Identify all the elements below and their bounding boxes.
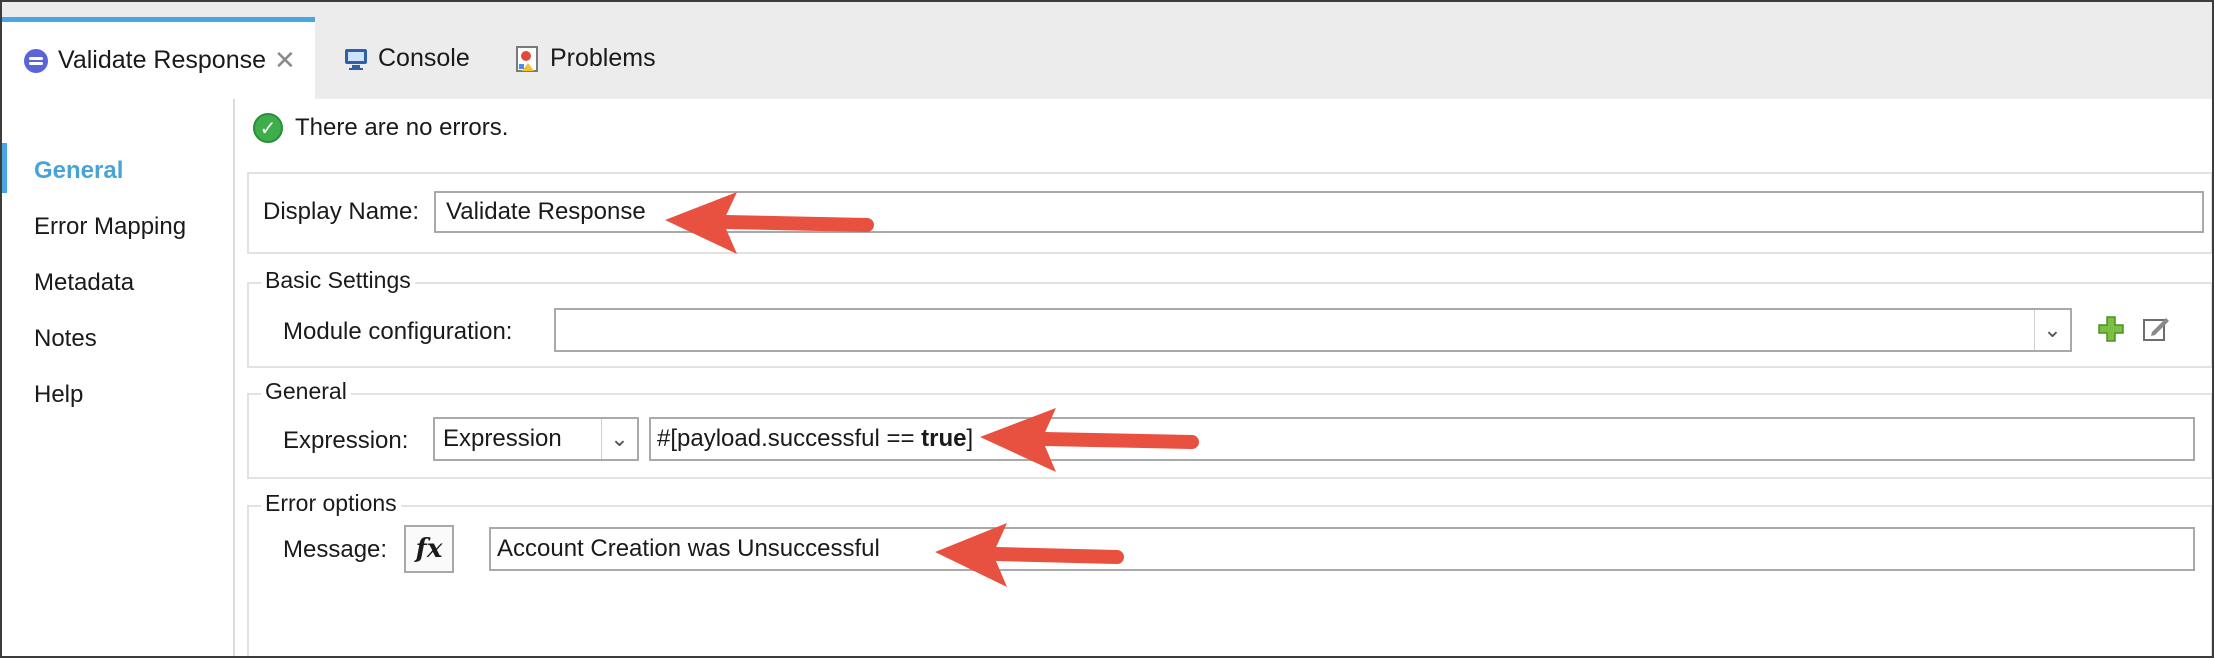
display-name-group: Display Name: Validate Response (247, 172, 2212, 254)
sidebar: General Error Mapping Metadata Notes Hel… (2, 99, 235, 656)
flow-node-icon (22, 47, 50, 75)
expression-mode-value: Expression (443, 425, 562, 452)
status-text: There are no errors. (295, 114, 509, 141)
sidebar-item-metadata[interactable]: Metadata (34, 269, 134, 297)
general-title: General (261, 378, 351, 405)
module-configuration-label: Module configuration: (283, 318, 513, 345)
error-options-title: Error options (261, 490, 401, 517)
close-icon[interactable]: ✕ (274, 45, 296, 76)
tab-bar: Validate Response ✕ Console Problems (2, 2, 2212, 99)
annotation-arrow-icon (935, 523, 1124, 587)
edit-icon[interactable] (2139, 312, 2173, 346)
annotation-arrow-icon (665, 192, 874, 254)
tab-label: Problems (550, 44, 656, 72)
expression-label: Expression: (283, 427, 409, 454)
tab-validate-response[interactable]: Validate Response ✕ (2, 17, 315, 99)
chevron-down-icon[interactable]: ⌄ (2034, 310, 2070, 350)
active-indicator (2, 143, 7, 193)
status-message: ✓ There are no errors. (253, 113, 508, 143)
expression-prefix: #[payload.successful == (657, 425, 922, 452)
monitor-icon (342, 45, 370, 73)
problems-icon (514, 45, 542, 73)
properties-panel: ✓ There are no errors. Display Name: Val… (237, 99, 2212, 656)
expression-mode-select[interactable]: Expression ⌄ (433, 417, 639, 461)
error-options-group: Error options Message: fx Account Creati… (247, 490, 2212, 656)
general-group: General Expression: Expression ⌄ #[paylo… (247, 378, 2212, 479)
display-name-label: Display Name: (263, 198, 420, 225)
expression-field[interactable]: #[payload.successful == true] (649, 417, 2195, 461)
tab-problems[interactable]: Problems (514, 18, 656, 99)
add-icon[interactable] (2094, 312, 2128, 346)
expression-bold: true (921, 425, 967, 452)
annotation-arrow-icon (980, 408, 1199, 472)
module-configuration-select[interactable]: ⌄ (554, 308, 2072, 352)
sidebar-item-help[interactable]: Help (34, 381, 83, 409)
tab-console[interactable]: Console (342, 18, 470, 99)
editor-window: Validate Response ✕ Console Problems Gen… (0, 0, 2214, 658)
basic-settings-group: Basic Settings Module configuration: ⌄ (247, 267, 2212, 368)
tab-label: Console (378, 44, 470, 72)
basic-settings-title: Basic Settings (261, 267, 415, 294)
sidebar-item-notes[interactable]: Notes (34, 325, 97, 353)
message-field[interactable]: Account Creation was Unsuccessful (489, 527, 2195, 571)
message-label: Message: (283, 536, 388, 563)
fx-toggle-button[interactable]: fx (404, 525, 454, 573)
sidebar-item-general[interactable]: General (34, 157, 123, 185)
chevron-down-icon[interactable]: ⌄ (601, 419, 637, 459)
tab-label: Validate Response (58, 46, 267, 74)
check-circle-icon: ✓ (253, 113, 283, 143)
sidebar-item-error-mapping[interactable]: Error Mapping (34, 213, 186, 241)
